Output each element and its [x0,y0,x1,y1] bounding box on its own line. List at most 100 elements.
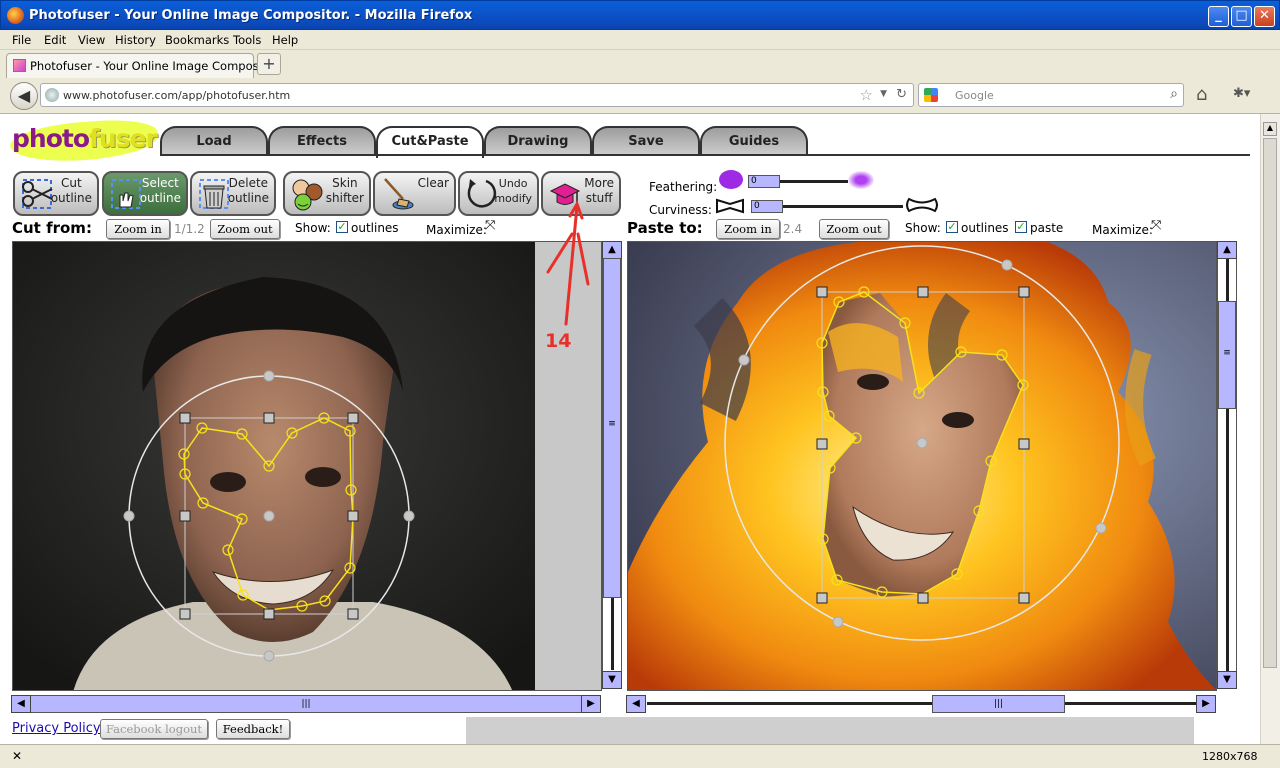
undo-modify-button[interactable]: Undo modify [458,171,539,216]
close-button[interactable]: ✕ [1254,6,1275,27]
paste-zoom-in-button[interactable]: Zoom in [716,219,780,239]
menu-bookmarks[interactable]: Bookmarks [165,30,229,47]
menu-history[interactable]: History [115,30,156,47]
photofuser-logo[interactable]: photofuser [12,124,158,153]
menu-tools[interactable]: Tools [233,30,261,47]
clear-button[interactable]: Clear [373,171,456,216]
menu-file[interactable]: File [12,30,31,47]
paste-to-canvas[interactable] [627,241,1217,691]
curviness-value[interactable]: 0 [751,200,783,213]
bookmark-star-icon[interactable]: ☆ [860,86,873,104]
paste-outlines-checkbox[interactable]: ✓ [946,221,958,233]
select-outline-button[interactable]: Select outline [102,171,188,216]
favicon-icon [13,59,26,72]
feather-hard-icon [719,170,743,189]
paste-outline-overlay[interactable] [628,242,1217,691]
cut-horizontal-scrollbar[interactable]: ||| ◀ ▶ [11,695,602,713]
addon-icon[interactable]: ✱▾ [1233,86,1250,101]
chevron-down-icon[interactable]: ▼ [880,89,887,99]
status-close-icon[interactable]: ✕ [12,749,22,763]
privacy-policy-link[interactable]: Privacy Policy [12,721,101,736]
tab-effects[interactable]: Effects [268,126,376,156]
cut-outline-button[interactable]: Cut outline [13,171,99,216]
reload-icon[interactable]: ↻ [896,87,907,102]
tab-save[interactable]: Save [592,126,700,156]
cut-scroll-down-icon[interactable]: ▼ [602,671,622,689]
cut-zoom-out-button[interactable]: Zoom out [210,219,280,239]
maximize-button[interactable]: □ [1231,6,1252,27]
menu-view[interactable]: View [78,30,105,47]
menu-edit[interactable]: Edit [44,30,66,47]
cut-scroll-left-icon[interactable]: ◀ [11,695,31,713]
curviness-slider[interactable]: 0 [751,200,903,213]
tab-guides[interactable]: Guides [700,126,808,156]
url-bar[interactable]: www.photofuser.com/app/photofuser.htm ☆ … [40,83,914,107]
cut-vertical-scrollbar[interactable]: ▲ ≡ ▼ [602,241,622,689]
minimize-button[interactable]: _ [1208,6,1229,27]
cut-from-canvas[interactable] [12,241,602,691]
paste-zoom-out-button[interactable]: Zoom out [819,219,889,239]
browser-tab[interactable]: Photofuser - Your Online Image Composito… [6,53,281,78]
cut-maximize-icon[interactable]: ⤧ [485,218,495,233]
feathering-slider[interactable]: 0 [748,175,848,188]
hand-select-icon [111,179,141,209]
paste-maximize-label: Maximize: [1092,223,1153,237]
cut-zoom-in-button[interactable]: Zoom in [106,219,170,239]
feathering-value[interactable]: 0 [748,175,780,188]
title-bar: Photofuser - Your Online Image Composito… [0,0,1280,30]
feathering-label: Feathering: [649,180,718,194]
menu-help[interactable]: Help [272,30,298,47]
faces-icon [292,179,323,211]
cut-scroll-up-icon[interactable]: ▲ [602,241,622,259]
cut-vscroll-thumb[interactable]: ≡ [603,258,621,598]
undo-modify-label: Undo modify [494,177,532,205]
paste-horizontal-scrollbar[interactable]: ||| ◀ ▶ [626,695,1217,713]
skin-shifter-button[interactable]: Skin shifter [283,171,371,216]
cut-maximize-label: Maximize: [426,223,487,237]
new-tab-button[interactable]: + [257,53,281,75]
back-button[interactable]: ◀ [10,82,38,110]
skin-shifter-label: Skin shifter [325,176,364,205]
paste-vertical-scrollbar[interactable]: ▲ ≡ ▼ [1217,241,1237,689]
page-scroll-thumb[interactable] [1263,138,1277,668]
scissors-icon [22,179,53,209]
footer-banner [466,717,1194,744]
curviness-track[interactable] [783,205,903,208]
feedback-button[interactable]: Feedback! [216,719,290,739]
search-placeholder: Google [955,89,994,102]
facebook-logout-button[interactable]: Facebook logout [100,719,208,739]
paste-scroll-down-icon[interactable]: ▼ [1217,671,1237,689]
tab-drawing[interactable]: Drawing [484,126,592,156]
cut-from-title: Cut from: [12,219,92,237]
navigation-bar: ◀ www.photofuser.com/app/photofuser.htm … [0,78,1280,114]
delete-outline-button[interactable]: Delete outline [190,171,276,216]
cut-scroll-right-icon[interactable]: ▶ [581,695,601,713]
paste-scroll-right-icon[interactable]: ▶ [1196,695,1216,713]
paste-scroll-left-icon[interactable]: ◀ [626,695,646,713]
cut-outlines-checkbox[interactable]: ✓ [336,221,348,233]
search-box[interactable]: Google ⌕ [918,83,1184,107]
tab-underline [160,154,1250,156]
status-bar: ✕ 1280x768 [0,744,1280,768]
paste-hscroll-thumb[interactable]: ||| [932,695,1065,713]
firefox-icon [7,7,24,24]
paste-show-label: Show: [905,221,941,235]
tab-load[interactable]: Load [160,126,268,156]
paste-hscroll-track [647,702,1197,705]
cut-outline-overlay[interactable] [13,242,602,691]
paste-scroll-up-icon[interactable]: ▲ [1217,241,1237,259]
paste-vscroll-thumb[interactable]: ≡ [1218,301,1236,409]
feather-soft-icon [848,171,874,189]
scroll-up-icon[interactable]: ▲ [1263,122,1277,136]
page-scrollbar[interactable]: ▲ [1260,114,1280,744]
cut-hscroll-thumb[interactable]: ||| [12,695,600,713]
google-icon[interactable] [924,88,938,102]
paste-vscroll-track-bottom [1226,409,1229,671]
search-icon[interactable]: ⌕ [1170,86,1178,102]
paste-maximize-icon[interactable]: ⤧ [1151,218,1161,233]
cut-zoom-level: 1/1.2 [174,222,205,236]
feathering-track[interactable] [780,180,848,183]
url-text: www.photofuser.com/app/photofuser.htm [63,89,291,102]
paste-paste-checkbox[interactable]: ✓ [1015,221,1027,233]
home-icon[interactable]: ⌂ [1196,84,1207,105]
